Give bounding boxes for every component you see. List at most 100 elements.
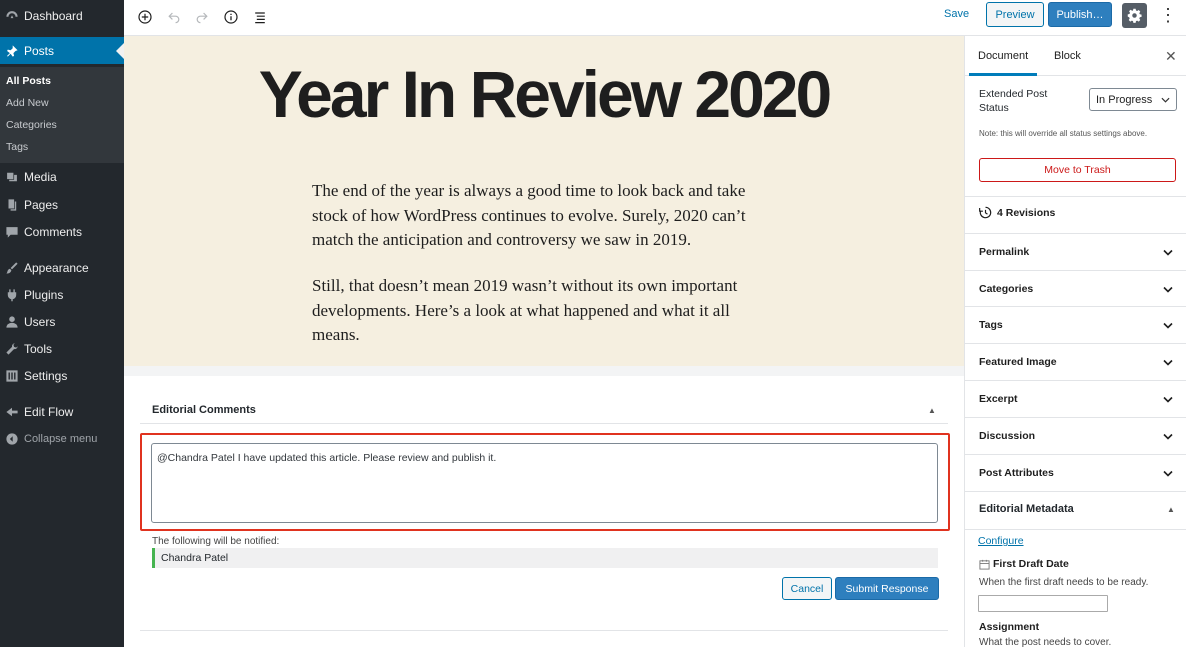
submenu-categories[interactable]: Categories [6, 119, 57, 131]
panel-post-attributes[interactable]: Post Attributes [965, 454, 1186, 491]
posts-submenu: All Posts Add New Categories Tags [0, 67, 124, 163]
add-block-icon[interactable] [133, 5, 157, 29]
divider [965, 529, 1186, 530]
panel-permalink[interactable]: Permalink [965, 233, 1186, 270]
submenu-add-new[interactable]: Add New [6, 97, 49, 109]
edit-flow-icon [0, 405, 24, 419]
redo-icon[interactable] [190, 5, 214, 29]
menu-dashboard-label: Dashboard [24, 8, 83, 23]
settings-sidebar: Document Block ✕ Extended Post Status In… [964, 36, 1186, 647]
panel-label: Categories [979, 283, 1034, 295]
comment-icon [0, 225, 24, 239]
submenu-all-posts[interactable]: All Posts [6, 75, 51, 87]
menu-posts[interactable]: Posts [0, 37, 124, 64]
undo-icon[interactable] [162, 5, 186, 29]
settings-sliders-icon [0, 369, 24, 383]
extended-status-label: Extended Post Status [979, 88, 1048, 114]
extended-status-select[interactable]: In Progress [1089, 88, 1177, 111]
more-menu-button[interactable]: ⋮ [1158, 3, 1178, 28]
menu-pages-label: Pages [24, 197, 59, 212]
dashboard-icon [0, 9, 24, 23]
extended-status-note: Note: this will override all status sett… [979, 129, 1148, 138]
submit-response-button[interactable]: Submit Response [835, 577, 939, 600]
chevron-down-icon [1163, 396, 1173, 403]
panel-label: Featured Image [979, 356, 1057, 368]
panel-label: Tags [979, 319, 1003, 331]
collapse-menu-button[interactable]: Collapse menu [0, 425, 124, 452]
panel-discussion[interactable]: Discussion [965, 417, 1186, 454]
editor-canvas: Year In Review 2020 The end of the year … [124, 36, 964, 366]
chevron-down-icon [1163, 249, 1173, 256]
menu-posts-label: Posts [24, 43, 55, 58]
panel-label: Post Attributes [979, 467, 1054, 479]
cancel-button[interactable]: Cancel [782, 577, 832, 600]
first-draft-date-input[interactable] [978, 595, 1108, 612]
editorial-comments-metabox: Editorial Comments ▲ @Chandra Patel I ha… [124, 366, 964, 647]
paragraph-block[interactable]: The end of the year is always a good tim… [312, 179, 762, 253]
menu-settings[interactable]: Settings [0, 362, 124, 389]
menu-edit-flow[interactable]: Edit Flow [0, 398, 124, 425]
menu-media[interactable]: Media [0, 163, 124, 190]
editorial-metadata-toggle-icon[interactable]: ▲ [1167, 505, 1175, 514]
first-draft-date-label: First Draft Date [993, 558, 1069, 570]
divider [140, 423, 948, 424]
extended-status-value: In Progress [1096, 93, 1153, 106]
divider [965, 196, 1186, 197]
move-to-trash-button[interactable]: Move to Trash [979, 158, 1176, 182]
tab-document[interactable]: Document [978, 50, 1028, 62]
panel-excerpt[interactable]: Excerpt [965, 380, 1186, 417]
chevron-down-icon [1163, 359, 1173, 366]
comment-textarea[interactable]: @Chandra Patel I have updated this artic… [151, 443, 938, 523]
menu-tools[interactable]: Tools [0, 335, 124, 362]
panel-label: Permalink [979, 246, 1030, 258]
chevron-down-icon [1163, 470, 1173, 477]
sidebar-tabs: Document Block ✕ [965, 36, 1186, 76]
first-draft-date-help: When the first draft needs to be ready. [979, 577, 1149, 588]
menu-plugins-label: Plugins [24, 287, 64, 302]
chevron-down-icon [1163, 433, 1173, 440]
menu-dashboard[interactable]: Dashboard [0, 2, 124, 29]
revisions-label: 4 Revisions [997, 206, 1056, 219]
pin-icon [0, 44, 24, 58]
assignment-title: Assignment [979, 621, 1040, 633]
tab-block[interactable]: Block [1054, 50, 1081, 62]
plugin-icon [0, 288, 24, 302]
revisions-link[interactable]: 4 Revisions [979, 206, 1055, 219]
editor-toolbar: Save Preview Publish… ⋮ [124, 0, 1186, 36]
panel-label: Discussion [979, 430, 1036, 442]
chevron-down-icon [1163, 286, 1173, 293]
assignment-help: What the post needs to cover. [979, 637, 1112, 647]
brush-icon [0, 261, 24, 275]
collapse-menu-label: Collapse menu [24, 432, 98, 445]
close-icon[interactable]: ✕ [1165, 48, 1177, 65]
calendar-icon [979, 559, 990, 570]
post-title[interactable]: Year In Review 2020 [124, 56, 964, 132]
divider [140, 630, 948, 631]
settings-toggle-button[interactable] [1122, 3, 1147, 28]
preview-button[interactable]: Preview [986, 2, 1044, 27]
info-icon[interactable] [219, 5, 243, 29]
configure-link[interactable]: Configure [978, 535, 1024, 547]
menu-comments[interactable]: Comments [0, 218, 124, 245]
publish-button[interactable]: Publish… [1048, 2, 1112, 27]
menu-users[interactable]: Users [0, 308, 124, 335]
panel-tags[interactable]: Tags [965, 306, 1186, 343]
metabox-toggle-icon[interactable]: ▲ [928, 406, 936, 415]
block-navigation-icon[interactable] [248, 5, 272, 29]
collapse-arrow-icon [0, 432, 24, 446]
active-tab-indicator [969, 73, 1037, 76]
save-draft-button[interactable]: Save [944, 8, 969, 20]
menu-plugins[interactable]: Plugins [0, 281, 124, 308]
menu-edit-flow-label: Edit Flow [24, 404, 74, 419]
metabox-title: Editorial Comments [152, 404, 256, 416]
submenu-tags[interactable]: Tags [6, 141, 28, 153]
menu-appearance[interactable]: Appearance [0, 254, 124, 281]
panel-label: Excerpt [979, 393, 1018, 405]
editorial-metadata-title: Editorial Metadata [979, 503, 1074, 515]
chevron-down-icon [1163, 322, 1173, 329]
menu-pages[interactable]: Pages [0, 191, 124, 218]
panel-categories[interactable]: Categories [965, 270, 1186, 307]
panel-featured-image[interactable]: Featured Image [965, 343, 1186, 380]
media-icon [0, 170, 24, 184]
paragraph-block[interactable]: Still, that doesn’t mean 2019 wasn’t wit… [312, 274, 762, 348]
